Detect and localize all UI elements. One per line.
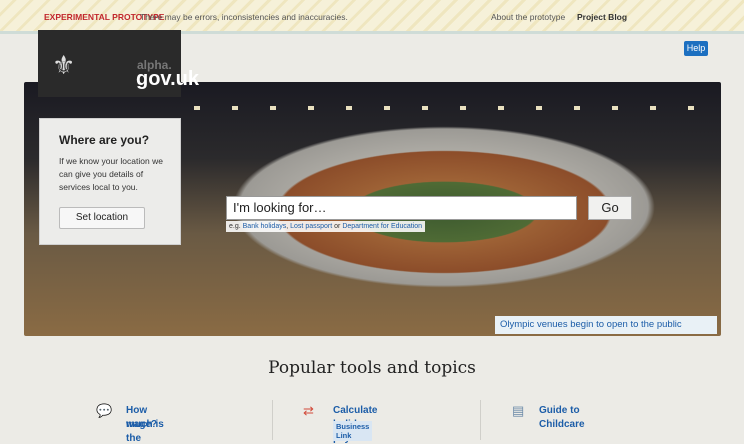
popular-section-title: Popular tools and topics bbox=[268, 358, 476, 378]
help-button[interactable]: Help bbox=[684, 41, 708, 56]
business-link-badge: Business Link bbox=[333, 421, 373, 441]
search-hint-prefix: e.g. bbox=[229, 223, 241, 230]
about-prototype-link[interactable]: About the prototype bbox=[491, 12, 565, 22]
site-logo[interactable]: ⚜ alpha. gov.uk bbox=[38, 30, 199, 97]
hero-caption-link[interactable]: Olympic venues begin to open to the publ… bbox=[495, 316, 717, 334]
search-hint: e.g. Bank holidays, Lost passport or Dep… bbox=[226, 221, 426, 232]
hint-link-bank-holidays[interactable]: Bank holidays bbox=[243, 223, 287, 230]
royal-crest-icon: ⚜ bbox=[52, 50, 76, 80]
project-blog-link[interactable]: Project Blog bbox=[577, 12, 627, 22]
location-panel-description: If we know your location we can give you… bbox=[59, 156, 163, 192]
prototype-banner: EXPERIMENTAL PROTOTYPE There may be erro… bbox=[0, 0, 744, 34]
topic-label: Guide to Childcare bbox=[539, 405, 585, 430]
location-panel: Where are you? If we know your location … bbox=[39, 118, 181, 245]
document-icon: ▤ bbox=[512, 403, 525, 418]
stadium-lights bbox=[194, 106, 694, 110]
logo-site-name: gov.uk bbox=[136, 68, 199, 90]
search-hint-or: or bbox=[334, 223, 341, 230]
go-button[interactable]: Go bbox=[588, 196, 632, 220]
speech-bubble-icon: 💬 bbox=[96, 403, 113, 418]
exchange-arrows-icon: ⇄ bbox=[303, 403, 314, 418]
topic-divider bbox=[480, 400, 481, 440]
search-hint-separator: , bbox=[286, 223, 289, 230]
prototype-warning-text: There may be errors, inconsistencies and… bbox=[140, 12, 348, 22]
set-location-button[interactable]: Set location bbox=[59, 207, 145, 229]
search-input[interactable]: I'm looking for… bbox=[226, 196, 577, 220]
hint-link-department-education[interactable]: Department for Education bbox=[342, 223, 422, 230]
hint-link-lost-passport[interactable]: Lost passport bbox=[290, 223, 332, 230]
location-panel-title: Where are you? bbox=[59, 133, 150, 147]
topic-label-line-2: wage? bbox=[126, 419, 158, 430]
topic-divider bbox=[272, 400, 273, 440]
